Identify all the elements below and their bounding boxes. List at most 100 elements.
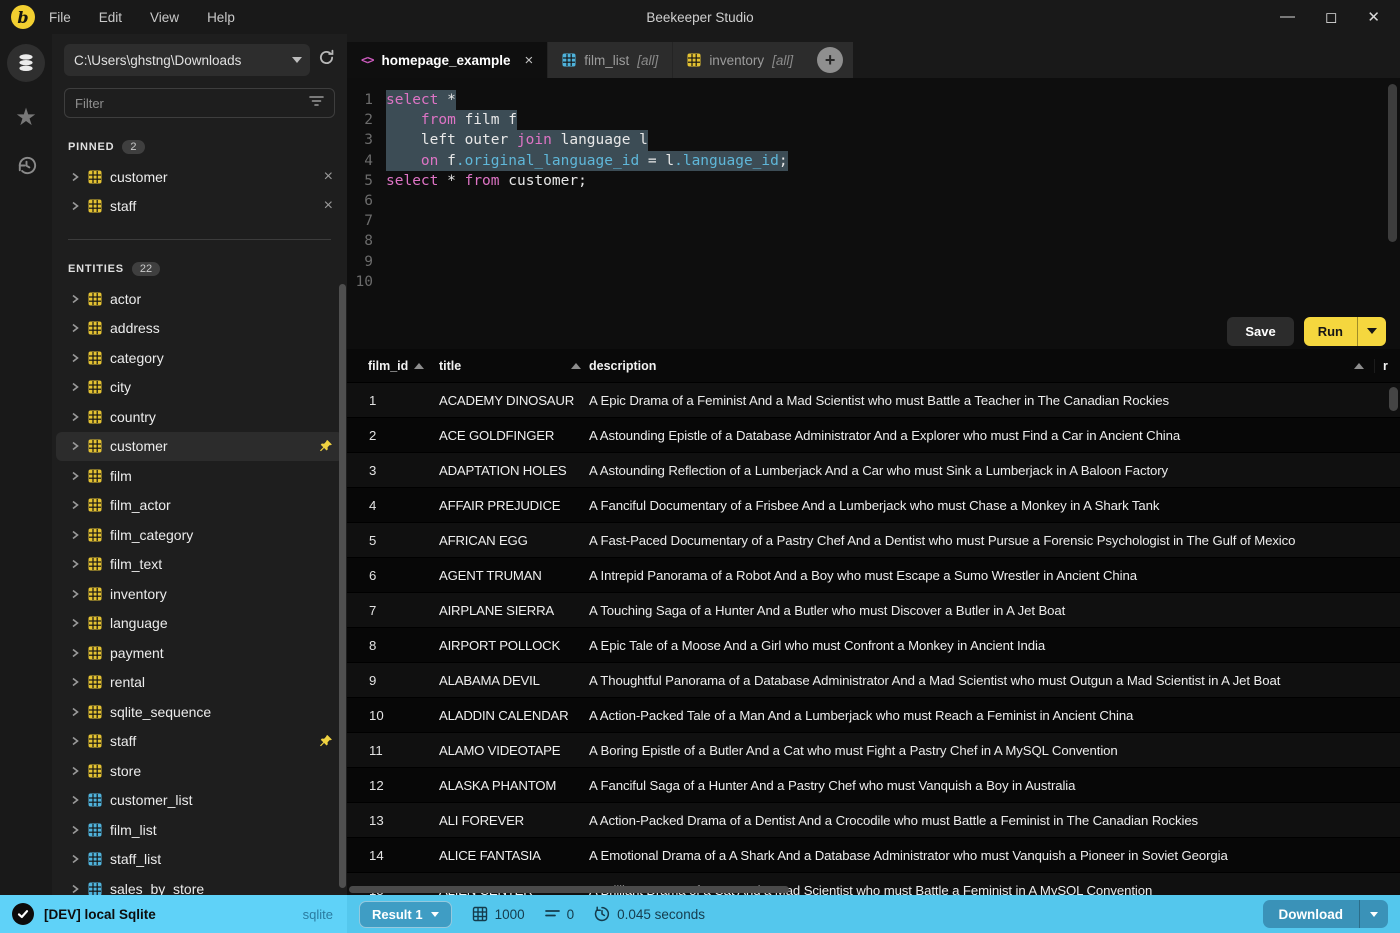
entity-item-customer[interactable]: customer: [56, 431, 343, 461]
entity-item-customer_list[interactable]: customer_list: [52, 786, 347, 816]
chevron-right-icon[interactable]: [70, 589, 80, 599]
entity-item-staff[interactable]: staff: [52, 727, 347, 757]
chevron-right-icon[interactable]: [70, 795, 80, 805]
chevron-right-icon[interactable]: [70, 353, 80, 363]
entity-item-film[interactable]: film: [52, 461, 347, 491]
chevron-right-icon[interactable]: [70, 677, 80, 687]
table-row[interactable]: 13 ALI FOREVER A Action-Packed Drama of a …: [347, 803, 1400, 838]
run-dropdown-button[interactable]: [1357, 316, 1386, 346]
tab-film_list[interactable]: film_list [all]: [547, 42, 672, 78]
entity-item-store[interactable]: store: [52, 756, 347, 786]
entity-item-inventory[interactable]: inventory: [52, 579, 347, 609]
entity-item-sqlite_sequence[interactable]: sqlite_sequence: [52, 697, 347, 727]
unpin-close-icon[interactable]: ×: [324, 168, 333, 186]
entity-item-language[interactable]: language: [52, 609, 347, 639]
save-button[interactable]: Save: [1227, 316, 1294, 346]
entity-item-sales_by_store[interactable]: sales_by_store: [52, 874, 347, 895]
editor-scrollbar[interactable]: [1388, 84, 1397, 242]
chevron-right-icon[interactable]: [70, 707, 80, 717]
entity-item-film_actor[interactable]: film_actor: [52, 491, 347, 521]
chevron-right-icon[interactable]: [70, 201, 80, 211]
download-label[interactable]: Download: [1263, 907, 1360, 922]
results-vertical-scrollbar[interactable]: [1389, 387, 1398, 411]
database-panel-icon[interactable]: [7, 44, 45, 82]
menu-item-view[interactable]: View: [150, 10, 179, 25]
entity-item-category[interactable]: category: [52, 343, 347, 373]
tab-homepage_example[interactable]: <> homepage_example ×: [347, 42, 548, 78]
entity-item-payment[interactable]: payment: [52, 638, 347, 668]
filter-input[interactable]: [75, 95, 309, 111]
entity-item-actor[interactable]: actor: [52, 284, 347, 314]
chevron-right-icon[interactable]: [70, 736, 80, 746]
result-selector-button[interactable]: Result 1: [359, 900, 452, 928]
menu-item-file[interactable]: File: [49, 10, 71, 25]
entity-item-film_category[interactable]: film_category: [52, 520, 347, 550]
entity-item-film_list[interactable]: film_list: [52, 815, 347, 845]
close-window-button[interactable]: ✕: [1367, 8, 1380, 26]
minimize-button[interactable]: —: [1280, 8, 1295, 26]
menu-item-help[interactable]: Help: [207, 10, 235, 25]
connection-select[interactable]: C:\Users\ghstng\Downloads: [64, 44, 310, 76]
close-tab-icon[interactable]: ×: [525, 52, 534, 69]
entity-item-city[interactable]: city: [52, 373, 347, 403]
chevron-right-icon[interactable]: [70, 382, 80, 392]
table-row[interactable]: 11 ALAMO VIDEOTAPE A Boring Epistle of a B…: [347, 733, 1400, 768]
table-row[interactable]: 3 ADAPTATION HOLES A Astounding Reflection…: [347, 453, 1400, 488]
table-row[interactable]: 6 AGENT TRUMAN A Intrepid Panorama of a Ro…: [347, 558, 1400, 593]
column-header-film-id[interactable]: film_id: [347, 359, 439, 373]
column-header-partial[interactable]: r: [1374, 358, 1400, 373]
download-button[interactable]: Download: [1262, 900, 1388, 928]
table-row[interactable]: 4 AFFAIR PREJUDICE A Fanciful Documentary …: [347, 488, 1400, 523]
chevron-right-icon[interactable]: [70, 471, 80, 481]
favorites-icon[interactable]: ★: [15, 106, 37, 130]
table-row[interactable]: 9 ALABAMA DEVIL A Thoughtful Panorama of a…: [347, 663, 1400, 698]
maximize-button[interactable]: ◻: [1325, 8, 1337, 26]
chevron-right-icon[interactable]: [70, 648, 80, 658]
run-label[interactable]: Run: [1304, 324, 1357, 339]
column-header-description[interactable]: description: [589, 359, 1374, 373]
entity-item-rental[interactable]: rental: [52, 668, 347, 698]
chevron-right-icon[interactable]: [70, 854, 80, 864]
table-row[interactable]: 7 AIRPLANE SIERRA A Touching Saga of a Hun…: [347, 593, 1400, 628]
table-row[interactable]: 5 AFRICAN EGG A Fast-Paced Documentary of …: [347, 523, 1400, 558]
chevron-right-icon[interactable]: [70, 172, 80, 182]
entity-item-address[interactable]: address: [52, 314, 347, 344]
download-dropdown-button[interactable]: [1359, 900, 1388, 928]
table-row[interactable]: 1 ACADEMY DINOSAUR A Epic Drama of a Femin…: [347, 383, 1400, 418]
pinned-item-customer[interactable]: customer ×: [52, 162, 347, 192]
run-button[interactable]: Run: [1303, 316, 1386, 346]
tab-inventory[interactable]: inventory [all]: [672, 42, 807, 78]
table-row[interactable]: 14 ALICE FANTASIA A Emotional Drama of a A…: [347, 838, 1400, 873]
table-row[interactable]: 10 ALADDIN CALENDAR A Action-Packed Tale o…: [347, 698, 1400, 733]
unpin-close-icon[interactable]: ×: [324, 197, 333, 215]
refresh-icon[interactable]: [318, 49, 335, 71]
chevron-right-icon[interactable]: [70, 441, 80, 451]
column-header-title[interactable]: title: [439, 359, 589, 373]
chevron-right-icon[interactable]: [70, 412, 80, 422]
history-icon[interactable]: [15, 154, 38, 182]
results-horizontal-scrollbar[interactable]: [349, 886, 789, 893]
chevron-right-icon[interactable]: [70, 618, 80, 628]
table-row[interactable]: 8 AIRPORT POLLOCK A Epic Tale of a Moose A…: [347, 628, 1400, 663]
chevron-right-icon[interactable]: [70, 559, 80, 569]
sql-editor[interactable]: 1 select * 2 from film f3 left outer join …: [347, 78, 1400, 313]
menu-item-edit[interactable]: Edit: [99, 10, 122, 25]
entity-item-staff_list[interactable]: staff_list: [52, 845, 347, 875]
entity-item-country[interactable]: country: [52, 402, 347, 432]
table-row[interactable]: 12 ALASKA PHANTOM A Fanciful Saga of a Hun…: [347, 768, 1400, 803]
entity-item-film_text[interactable]: film_text: [52, 550, 347, 580]
connection-status[interactable]: [DEV] local Sqlite sqlite: [0, 895, 347, 933]
chevron-right-icon[interactable]: [70, 294, 80, 304]
filter-icon[interactable]: [309, 94, 324, 112]
chevron-right-icon[interactable]: [70, 825, 80, 835]
chevron-right-icon[interactable]: [70, 530, 80, 540]
sidebar-scrollbar[interactable]: [339, 284, 346, 888]
chevron-right-icon[interactable]: [70, 884, 80, 894]
chevron-right-icon[interactable]: [70, 766, 80, 776]
chevron-right-icon[interactable]: [70, 500, 80, 510]
table-row[interactable]: 2 ACE GOLDFINGER A Astounding Epistle of a…: [347, 418, 1400, 453]
pinned-item-staff[interactable]: staff ×: [52, 192, 347, 222]
new-tab-button[interactable]: +: [817, 47, 844, 73]
pin-icon[interactable]: [319, 439, 333, 453]
pin-icon[interactable]: [319, 734, 333, 748]
